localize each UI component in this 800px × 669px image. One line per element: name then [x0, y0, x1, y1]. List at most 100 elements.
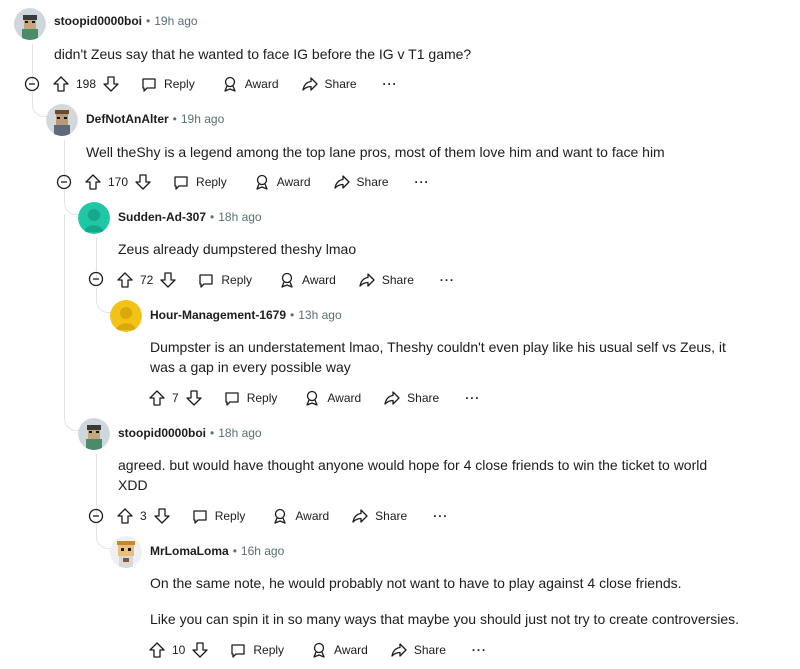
separator-dot: •	[172, 112, 177, 126]
collapse-icon[interactable]	[56, 174, 72, 190]
award-button[interactable]: Award	[310, 641, 368, 659]
reply-icon	[174, 176, 188, 190]
award-label: Award	[295, 509, 330, 523]
award-label: Award	[327, 391, 362, 405]
upvote-icon[interactable]	[84, 173, 102, 191]
reply-button[interactable]: Reply	[172, 173, 227, 191]
reply-button[interactable]: Reply	[140, 75, 195, 93]
downvote-icon[interactable]	[153, 507, 171, 525]
comment-author[interactable]: stoopid0000boi	[118, 426, 206, 440]
downvote-icon[interactable]	[191, 641, 209, 659]
comment-timestamp[interactable]: 19h ago	[154, 14, 197, 28]
thread-line	[96, 454, 97, 516]
comment-body: On the same note, he would probably not …	[150, 573, 770, 629]
thread-elbow	[32, 92, 47, 117]
award-button[interactable]: Award	[271, 507, 329, 525]
award-icon	[274, 508, 287, 524]
reply-button[interactable]: Reply	[191, 507, 246, 525]
comment-author[interactable]: MrLomaLoma	[150, 544, 229, 558]
share-button[interactable]: Share	[358, 271, 414, 289]
comment-body: Dumpster is an understatement lmao, Thes…	[150, 337, 740, 377]
more-options-button[interactable]: ···	[440, 273, 455, 287]
separator-dot: •	[232, 544, 237, 558]
award-button[interactable]: Award	[278, 271, 336, 289]
share-label: Share	[381, 273, 414, 287]
reply-button[interactable]: Reply	[229, 641, 284, 659]
award-icon	[313, 642, 325, 658]
comment-timestamp[interactable]: 18h ago	[218, 210, 261, 224]
reply-button[interactable]: Reply	[197, 271, 252, 289]
downvote-icon[interactable]	[185, 389, 203, 407]
comment-actions: 7 Reply Award Share ···	[148, 386, 480, 410]
vote-count: 10	[172, 643, 186, 657]
avatar[interactable]	[110, 300, 142, 332]
comment-paragraph: On the same note, he would probably not …	[150, 575, 682, 591]
more-options-button[interactable]: ···	[383, 77, 398, 91]
award-icon	[281, 272, 293, 288]
more-options-button[interactable]: ···	[415, 175, 430, 189]
downvote-icon[interactable]	[159, 271, 177, 289]
reply-label: Reply	[214, 509, 246, 523]
upvote-icon[interactable]	[116, 507, 134, 525]
award-button[interactable]: Award	[221, 75, 279, 93]
upvote-icon[interactable]	[116, 271, 134, 289]
collapse-icon[interactable]	[88, 508, 104, 524]
vote-count: 170	[108, 175, 129, 189]
upvote-icon[interactable]	[148, 641, 166, 659]
share-button[interactable]: Share	[301, 75, 357, 93]
separator-dot: •	[290, 308, 295, 322]
reply-label: Reply	[221, 273, 253, 287]
award-icon	[256, 174, 268, 190]
reply-icon	[225, 392, 239, 406]
share-label: Share	[356, 175, 389, 189]
avatar[interactable]	[46, 104, 78, 136]
share-label: Share	[413, 643, 446, 657]
avatar[interactable]	[78, 418, 110, 450]
award-label: Award	[334, 643, 368, 657]
comment-timestamp[interactable]: 18h ago	[218, 426, 261, 440]
collapse-icon[interactable]	[24, 76, 40, 92]
avatar[interactable]	[110, 536, 142, 568]
more-options-button[interactable]: ···	[433, 509, 448, 523]
share-icon	[391, 643, 407, 657]
upvote-icon[interactable]	[148, 389, 166, 407]
separator-dot: •	[210, 426, 215, 440]
share-button[interactable]: Share	[351, 507, 407, 525]
avatar[interactable]	[14, 8, 46, 40]
share-button[interactable]: Share	[333, 173, 389, 191]
award-button[interactable]: Award	[253, 173, 311, 191]
share-label: Share	[407, 391, 440, 405]
comment-actions: 170 Reply Award Share ···	[84, 170, 430, 194]
comment-author[interactable]: stoopid0000boi	[54, 14, 142, 28]
more-options-button[interactable]: ···	[472, 643, 487, 657]
share-button[interactable]: Share	[383, 389, 439, 407]
downvote-icon[interactable]	[102, 75, 120, 93]
share-icon	[352, 509, 368, 523]
vote-count: 198	[76, 77, 97, 91]
downvote-icon[interactable]	[134, 173, 152, 191]
more-options-button[interactable]: ···	[465, 391, 480, 405]
upvote-icon[interactable]	[52, 75, 70, 93]
award-button[interactable]: Award	[303, 389, 361, 407]
comment-author[interactable]: Hour-Management-1679	[150, 308, 286, 322]
comment-paragraph: Dumpster is an understatement lmao, Thes…	[150, 339, 726, 375]
collapse-icon[interactable]	[88, 271, 104, 287]
comment-paragraph: Well theShy is a legend among the top la…	[86, 144, 665, 160]
comment-body: Well theShy is a legend among the top la…	[86, 142, 776, 162]
reply-icon	[231, 644, 246, 658]
comment-body: agreed. but would have thought anyone wo…	[118, 455, 738, 495]
comment-timestamp[interactable]: 13h ago	[298, 308, 341, 322]
comment-author[interactable]: Sudden-Ad-307	[118, 210, 206, 224]
avatar[interactable]	[78, 202, 110, 234]
comment-timestamp[interactable]: 19h ago	[181, 112, 224, 126]
reply-label: Reply	[246, 391, 278, 405]
share-button[interactable]: Share	[390, 641, 446, 659]
reply-button[interactable]: Reply	[223, 389, 278, 407]
comment-author[interactable]: DefNotAnAlter	[86, 112, 169, 126]
comment-actions: 72 Reply Award Share ···	[116, 268, 455, 292]
share-icon	[333, 175, 350, 189]
comment-body: Zeus already dumpstered theshy lmao	[118, 239, 778, 259]
share-icon	[384, 391, 400, 405]
comment-timestamp[interactable]: 16h ago	[241, 544, 284, 558]
thread-elbow	[64, 190, 79, 215]
